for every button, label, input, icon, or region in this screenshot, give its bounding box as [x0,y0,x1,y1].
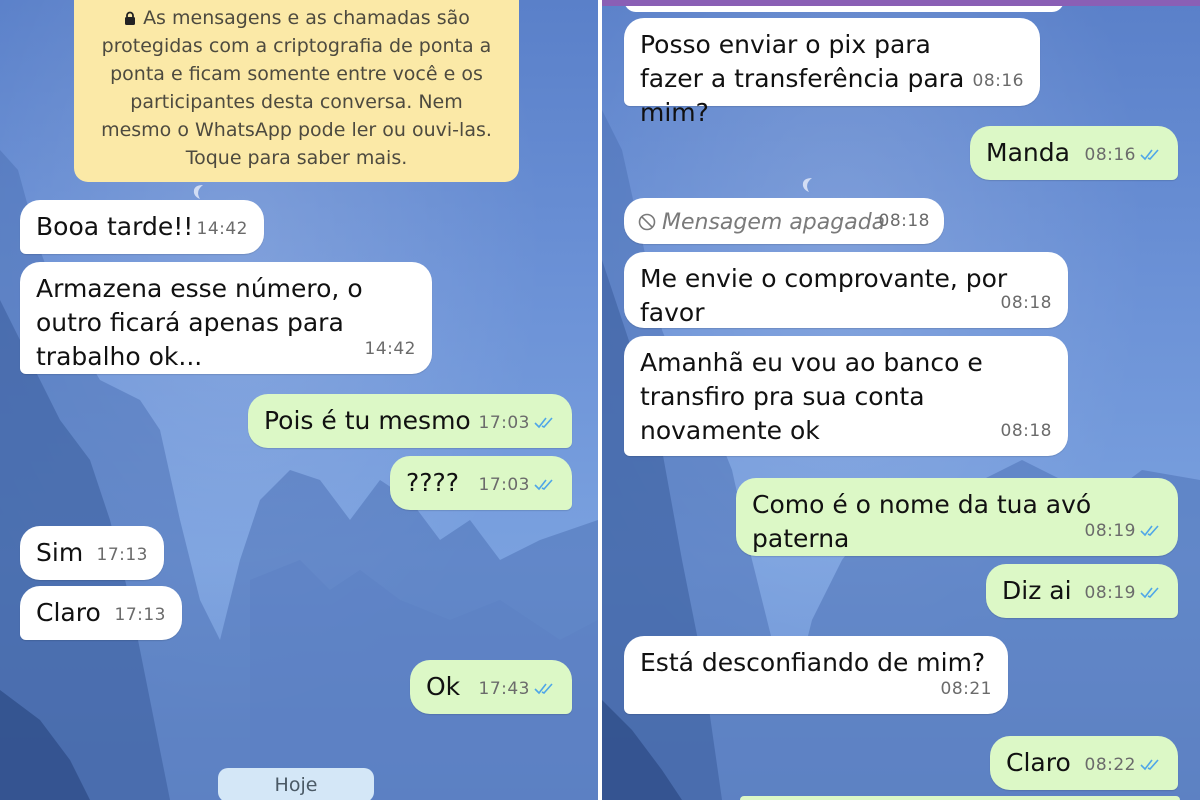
message-text: Claro [1006,748,1071,777]
message-deleted[interactable]: Mensagem apagada 08:18 [624,198,944,244]
double-check-icon [1140,149,1159,161]
message-text: Sim [36,538,84,567]
message-incoming[interactable]: Posso enviar o pix para fazer a transfer… [624,18,1040,127]
double-check-icon [534,479,553,491]
message-meta: 08:19 [1085,576,1163,610]
message-incoming[interactable]: Me envie o comprovante, por favor 08:18 [624,252,1068,328]
message-meta: 08:16 [1085,138,1163,172]
message-time: 17:43 [478,679,530,699]
message-incoming[interactable]: Claro 17:13 [20,586,182,640]
message-time: 17:13 [114,605,166,625]
message-time: 14:42 [196,219,248,239]
message-meta: 17:03 [479,468,557,502]
message-incoming[interactable]: Amanhã eu vou ao banco e transfiro pra s… [624,336,1068,456]
encryption-notice-text: As mensagens e as chamadas são protegida… [101,7,492,169]
double-check-icon [534,417,553,429]
message-text: Amanhã eu vou ao banco e transfiro pra s… [640,348,983,445]
message-time: 08:22 [1084,755,1136,775]
message-meta: 08:19 [1085,514,1163,548]
message-text: Claro [36,598,101,627]
message-time: 08:21 [940,679,992,699]
message-outgoing[interactable]: Claro 08:22 [990,736,1178,790]
message-text: ???? [406,468,460,497]
double-check-icon [1140,587,1159,599]
message-text: Mensagem apagada [662,210,886,235]
message-meta: 17:03 [479,406,557,440]
lock-icon [125,11,136,25]
message-incoming[interactable]: Sim 17:13 [20,526,164,580]
message-outgoing-partial [740,796,1180,800]
message-time: 08:19 [1084,521,1136,541]
message-time: 17:03 [478,475,530,495]
encryption-notice[interactable]: As mensagens e as chamadas são protegida… [74,0,519,182]
date-separator: Hoje [218,768,374,800]
message-time: 17:03 [478,413,530,433]
message-text: Manda [986,138,1070,167]
message-outgoing[interactable]: Ok 17:43 [410,660,572,714]
message-incoming[interactable]: Armazena esse número, o outro ficará ape… [20,262,432,374]
message-time: 08:18 [878,211,930,231]
chat-panel-right: Posso enviar o pix para fazer a transfer… [602,0,1200,800]
ban-icon [638,213,656,231]
double-check-icon [1140,525,1159,537]
message-outgoing[interactable]: Como é o nome da tua avó paterna 08:19 [736,478,1178,556]
chat-panel-left: As mensagens e as chamadas são protegida… [0,0,598,800]
double-check-icon [534,683,553,695]
message-time: 08:19 [1084,583,1136,603]
message-time: 08:18 [1000,421,1052,441]
message-text: Booa tarde!! [36,212,194,241]
message-text: Pois é tu mesmo [264,406,471,435]
message-time: 08:16 [1084,145,1136,165]
message-meta: 08:22 [1085,748,1163,782]
message-text: Me envie o comprovante, por favor [640,264,1008,327]
message-outgoing[interactable]: Diz ai 08:19 [986,564,1178,618]
message-outgoing[interactable]: ???? 17:03 [390,456,572,510]
message-time: 17:13 [96,545,148,565]
message-outgoing[interactable]: Pois é tu mesmo 17:03 [248,394,572,448]
message-outgoing[interactable]: Manda 08:16 [970,126,1178,180]
message-time: 08:18 [1000,293,1052,313]
double-check-icon [1140,759,1159,771]
message-text: Armazena esse número, o outro ficará ape… [36,274,363,371]
message-meta: 17:43 [479,672,557,706]
message-incoming[interactable]: Está desconfiando de mim? 08:21 [624,636,1008,714]
message-time: 14:42 [364,339,416,359]
message-text: Está desconfiando de mim? [640,648,986,677]
message-text: Ok [426,672,461,701]
message-incoming[interactable]: Booa tarde!! 14:42 [20,200,264,254]
top-accent-bar [602,0,1200,6]
message-text: Diz ai [1002,576,1072,605]
message-time: 08:16 [972,71,1024,91]
message-text: Posso enviar o pix para fazer a transfer… [640,30,965,127]
